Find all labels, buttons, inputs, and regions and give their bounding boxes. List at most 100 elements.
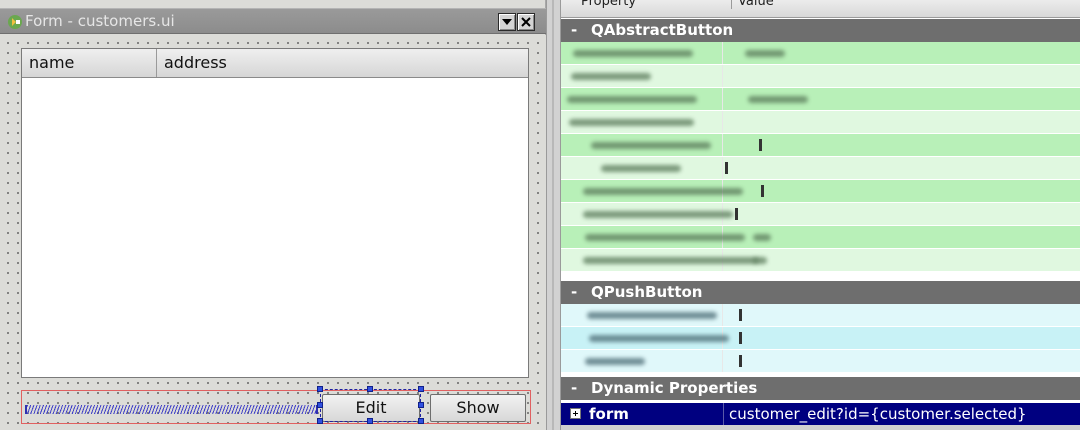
checkbox-indicator[interactable]	[761, 185, 764, 197]
value-column-header[interactable]: Value	[731, 0, 774, 9]
column-header-address[interactable]: address	[157, 49, 528, 77]
property-row[interactable]	[561, 111, 1080, 134]
property-name-cell	[561, 249, 758, 271]
column-header-name[interactable]: name	[22, 49, 157, 77]
property-value	[745, 50, 785, 57]
property-row[interactable]	[561, 226, 1080, 249]
selection-handle[interactable]	[367, 418, 373, 424]
selection-handle[interactable]	[367, 386, 373, 392]
splitter[interactable]	[546, 0, 561, 430]
property-editor: Property Value - QAbstractButton - QPush…	[561, 0, 1080, 430]
group-dynamic-properties[interactable]: - Dynamic Properties	[561, 377, 1080, 400]
property-row[interactable]	[561, 350, 1080, 373]
property-value	[748, 96, 808, 103]
property-row[interactable]	[561, 249, 1080, 272]
dynamic-property-value[interactable]: customer_edit?id={customer.selected}	[729, 403, 1027, 425]
group-label: Dynamic Properties	[591, 379, 758, 397]
property-name-cell	[561, 134, 723, 156]
selection-handle[interactable]	[317, 402, 323, 408]
group-qpushbutton[interactable]: - QPushButton	[561, 281, 1080, 304]
property-value-cell	[723, 42, 1080, 64]
property-row[interactable]	[561, 304, 1080, 327]
button-layout[interactable]: Edit Show	[21, 390, 531, 424]
property-name-cell	[561, 327, 729, 349]
property-column-header[interactable]: Property	[581, 0, 636, 9]
property-name	[567, 96, 697, 103]
property-name-cell	[561, 304, 723, 326]
property-value-cell	[723, 180, 1080, 202]
property-value-cell	[723, 88, 1080, 110]
property-value-cell	[723, 134, 1080, 156]
property-editor-footer	[561, 425, 1080, 430]
property-name-cell	[561, 203, 733, 225]
group-qabstractbutton[interactable]: - QAbstractButton	[561, 19, 1080, 42]
property-value-cell	[723, 157, 1080, 179]
customers-table[interactable]: name address	[21, 48, 529, 378]
property-value-cell	[723, 249, 1080, 271]
collapse-toggle[interactable]: -	[571, 377, 577, 400]
minimize-icon	[502, 19, 512, 25]
property-name	[583, 188, 743, 195]
horizontal-spacer[interactable]	[25, 405, 318, 414]
selection-handle[interactable]	[317, 386, 323, 392]
property-name	[569, 119, 694, 126]
collapse-toggle[interactable]: -	[571, 281, 577, 304]
property-row[interactable]	[561, 88, 1080, 111]
property-value	[753, 257, 767, 264]
property-name-cell	[561, 42, 723, 64]
property-name-cell	[561, 111, 723, 133]
property-value-cell	[723, 65, 1080, 87]
property-name-cell	[561, 65, 723, 87]
group-label: QAbstractButton	[591, 21, 734, 39]
checkbox-indicator[interactable]	[725, 162, 728, 174]
checkbox-indicator[interactable]	[739, 332, 742, 344]
form-titlebar[interactable]: Form - customers.ui	[0, 8, 546, 34]
collapse-toggle[interactable]: -	[571, 19, 577, 42]
property-value	[753, 234, 771, 241]
form-window: Form - customers.ui name address Edit Sh…	[0, 0, 546, 430]
selection-handle[interactable]	[418, 386, 424, 392]
property-value-cell	[723, 203, 1080, 225]
property-row[interactable]	[561, 42, 1080, 65]
property-name-cell	[561, 180, 743, 202]
expand-icon[interactable]	[570, 408, 581, 419]
dynamic-property-name: form	[589, 405, 629, 423]
property-row[interactable]	[561, 65, 1080, 88]
property-value-cell	[723, 111, 1080, 133]
column-divider	[723, 403, 724, 425]
property-name	[589, 335, 729, 342]
property-editor-header: Property Value	[561, 0, 1080, 18]
form-title: Form - customers.ui	[25, 12, 175, 30]
property-value-cell	[723, 350, 1080, 372]
checkbox-indicator[interactable]	[739, 309, 742, 321]
selection-handle[interactable]	[418, 418, 424, 424]
checkbox-indicator[interactable]	[759, 139, 762, 151]
property-row[interactable]	[561, 157, 1080, 180]
group-label: QPushButton	[591, 283, 703, 301]
property-name	[585, 234, 745, 241]
property-row[interactable]	[561, 134, 1080, 157]
close-button[interactable]	[517, 13, 535, 31]
property-row[interactable]	[561, 180, 1080, 203]
property-name	[587, 312, 717, 319]
property-row[interactable]	[561, 327, 1080, 350]
property-name	[573, 50, 693, 57]
qt-designer-icon	[8, 15, 22, 29]
table-header: name address	[22, 49, 528, 78]
designer-screen: Form - customers.ui name address Edit Sh…	[0, 0, 1080, 430]
property-name-cell	[561, 350, 723, 372]
property-row[interactable]	[561, 203, 1080, 226]
show-button[interactable]: Show	[430, 394, 526, 422]
minimize-button[interactable]	[498, 13, 516, 31]
property-name-cell	[561, 157, 723, 179]
property-name	[591, 142, 711, 149]
property-name-cell	[561, 88, 723, 110]
property-name	[585, 358, 645, 365]
checkbox-indicator[interactable]	[735, 208, 738, 220]
selection-handle[interactable]	[317, 418, 323, 424]
checkbox-indicator[interactable]	[739, 355, 742, 367]
property-name	[583, 211, 733, 218]
dynamic-property-row-form[interactable]: form customer_edit?id={customer.selected…	[561, 403, 1080, 425]
selection-handle[interactable]	[418, 402, 424, 408]
property-value-cell	[723, 226, 1080, 248]
